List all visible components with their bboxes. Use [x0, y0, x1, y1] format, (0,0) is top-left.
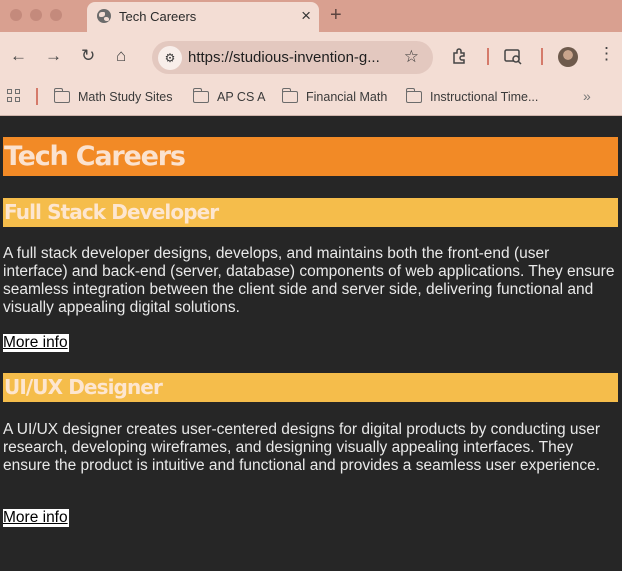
- folder-icon: [405, 88, 422, 103]
- back-arrow-icon[interactable]: ←: [10, 46, 27, 66]
- address-bar[interactable]: ⚙ https://studious-invention-g... ☆: [152, 41, 433, 74]
- tab-close-icon[interactable]: ×: [301, 6, 311, 26]
- tab-title: Tech Careers: [119, 9, 197, 24]
- bookmarks-divider: [36, 88, 38, 105]
- section-heading-full-stack: Full Stack Developer: [3, 198, 618, 227]
- section-body-ui-ux: A UI/UX designer creates user-centered d…: [3, 421, 601, 474]
- tab-strip: Tech Careers × +: [0, 0, 622, 32]
- more-info-link-full-stack[interactable]: More info: [3, 334, 69, 352]
- site-settings-icon[interactable]: ⚙: [158, 46, 182, 70]
- bookmarks-bar: Math Study Sites AP CS A Financial Math …: [0, 82, 622, 116]
- bookmark-star-icon[interactable]: ☆: [404, 47, 419, 67]
- reload-icon[interactable]: ↻: [81, 46, 95, 66]
- bookmark-ap-cs-a[interactable]: AP CS A: [192, 88, 266, 106]
- extensions-puzzle-icon[interactable]: [451, 47, 469, 70]
- globe-icon: [97, 9, 111, 23]
- folder-icon: [281, 88, 298, 103]
- toolbar-divider: [541, 48, 543, 65]
- bookmark-financial-math[interactable]: Financial Math: [281, 88, 388, 106]
- section-heading-ui-ux: UI/UX Designer: [3, 373, 618, 402]
- new-tab-icon[interactable]: +: [330, 4, 342, 26]
- bookmark-label: Math Study Sites: [78, 90, 173, 104]
- bookmark-math-study-sites[interactable]: Math Study Sites: [53, 88, 173, 106]
- close-window-button[interactable]: [10, 9, 22, 21]
- folder-icon: [53, 88, 70, 103]
- forward-arrow-icon[interactable]: →: [45, 46, 62, 66]
- more-info-link-ui-ux[interactable]: More info: [3, 509, 69, 527]
- more-bookmarks-chevron-icon[interactable]: »: [583, 88, 591, 104]
- bookmark-label: AP CS A: [217, 90, 266, 104]
- page-content: Tech Careers Full Stack Developer A full…: [0, 117, 622, 571]
- section-body-full-stack: A full stack developer designs, develops…: [3, 245, 615, 316]
- tab-tech-careers[interactable]: Tech Careers ×: [87, 2, 319, 32]
- apps-grid-icon[interactable]: [7, 89, 22, 104]
- bookmark-instructional-time[interactable]: Instructional Time...: [405, 88, 539, 106]
- page-title: Tech Careers: [3, 137, 618, 176]
- bookmark-label: Instructional Time...: [430, 90, 539, 104]
- media-controls-icon[interactable]: [503, 47, 523, 70]
- browser-toolbar: ← → ↻ ⌂ ⚙ https://studious-invention-g..…: [0, 32, 622, 82]
- minimize-window-button[interactable]: [30, 9, 42, 21]
- profile-avatar[interactable]: [558, 47, 578, 67]
- menu-kebab-icon[interactable]: ⋮: [598, 44, 615, 64]
- maximize-window-button[interactable]: [50, 9, 62, 21]
- folder-icon: [192, 88, 209, 103]
- bookmark-label: Financial Math: [306, 90, 388, 104]
- home-icon[interactable]: ⌂: [116, 46, 126, 66]
- url-text[interactable]: https://studious-invention-g...: [188, 49, 380, 66]
- toolbar-divider: [487, 48, 489, 65]
